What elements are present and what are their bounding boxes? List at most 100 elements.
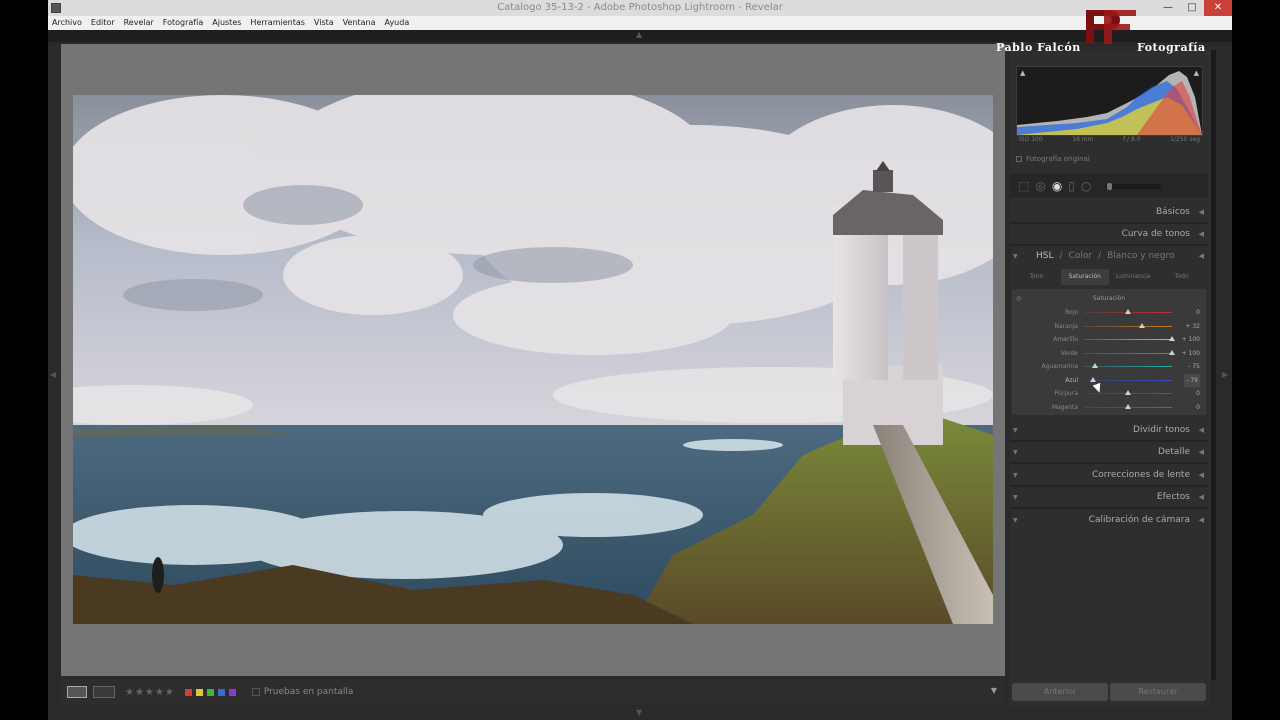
crop-icon[interactable]: ⬚ (1018, 180, 1029, 192)
expand-arrow-icon[interactable]: ◀ (1199, 493, 1204, 501)
section-split-toning[interactable]: ▼ Dividir tonos ◀ (1010, 420, 1208, 440)
menu-archivo[interactable]: Archivo (52, 16, 82, 30)
slider-thumb[interactable] (1139, 322, 1146, 328)
original-photo-toggle[interactable]: Fotografía original (1016, 155, 1090, 163)
menu-herramientas[interactable]: Herramientas (250, 16, 305, 30)
left-panel-toggle-icon[interactable]: ◀ (50, 370, 56, 379)
slider-value[interactable]: 0 (1196, 306, 1200, 319)
before-after-icon[interactable] (93, 686, 115, 698)
slider-thumb[interactable] (1090, 376, 1097, 382)
hsl-mode-hsl[interactable]: HSL (1036, 251, 1054, 261)
panel-switch-icon[interactable]: ▼ (1013, 494, 1018, 501)
saturation-slider-row[interactable]: Rojo 0 (1012, 306, 1206, 319)
slider-value[interactable]: + 32 (1185, 320, 1200, 333)
section-detail[interactable]: ▼ Detalle ◀ (1010, 442, 1208, 462)
tab-luminance[interactable]: Luminancia (1109, 269, 1158, 285)
previous-button[interactable]: Anterior (1012, 683, 1108, 701)
slider-value[interactable]: + 100 (1182, 333, 1200, 346)
reset-button[interactable]: Restaurar (1110, 683, 1206, 701)
tab-all[interactable]: Todo (1158, 269, 1207, 285)
slider-thumb[interactable] (1092, 363, 1098, 368)
slider-track[interactable] (1084, 352, 1172, 354)
saturation-slider-row[interactable]: Verde + 100 (1012, 347, 1206, 360)
title-bar: Catalogo 35-13-2 - Adobe Photoshop Light… (48, 0, 1232, 16)
expand-arrow-icon[interactable]: ◀ (1199, 471, 1204, 479)
histogram[interactable]: ▲ ▲ (1016, 66, 1203, 136)
expand-arrow-icon[interactable]: ◀ (1199, 448, 1204, 456)
color-label-blue[interactable] (217, 688, 225, 696)
expand-arrow-icon[interactable]: ◀ (1199, 516, 1204, 524)
close-icon[interactable]: ✕ (1204, 0, 1232, 16)
saturation-slider-row[interactable]: Aguamarina - 75 (1012, 360, 1206, 373)
saturation-slider-row[interactable]: Amarillo + 100 (1012, 333, 1206, 346)
slider-value[interactable]: 0 (1196, 387, 1200, 400)
radial-filter-icon[interactable]: ○ (1081, 180, 1091, 192)
bottom-panel-toggle-icon[interactable]: ▼ (636, 708, 642, 717)
toolbar-dropdown-icon[interactable]: ▼ (991, 686, 997, 695)
slider-value[interactable]: 0 (1196, 401, 1200, 414)
color-label-green[interactable] (206, 688, 214, 696)
saturation-slider-row[interactable]: Azul - 79 (1012, 373, 1206, 387)
right-panel-toggle-icon[interactable]: ▶ (1222, 370, 1228, 379)
slider-value[interactable]: - 79 (1184, 373, 1200, 387)
slider-track[interactable] (1084, 379, 1172, 381)
saturation-slider-row[interactable]: Naranja + 32 (1012, 320, 1206, 333)
slider-thumb[interactable] (1125, 403, 1131, 409)
color-label-red[interactable] (184, 688, 192, 696)
expand-arrow-icon[interactable]: ◀ (1199, 230, 1204, 238)
slider-thumb[interactable] (1169, 349, 1175, 355)
slider-track[interactable] (1084, 325, 1172, 327)
adjustment-brush-slider[interactable] (1105, 182, 1162, 190)
maximize-icon[interactable]: □ (1180, 0, 1204, 16)
slider-track[interactable] (1084, 339, 1172, 340)
slider-value[interactable]: + 100 (1182, 347, 1200, 360)
rating-stars[interactable]: ★★★★★ (125, 687, 175, 698)
soft-proofing-checkbox[interactable] (251, 688, 260, 696)
menu-vista[interactable]: Vista (314, 16, 334, 30)
menu-fotografia[interactable]: Fotografía (163, 16, 203, 30)
panel-switch-icon[interactable]: ▼ (1013, 449, 1018, 456)
panel-switch-icon[interactable]: ▼ (1013, 253, 1018, 260)
menu-ventana[interactable]: Ventana (343, 16, 376, 30)
hsl-mode-bw[interactable]: Blanco y negro (1107, 251, 1174, 261)
tab-hue[interactable]: Tono (1012, 269, 1061, 285)
tab-saturation[interactable]: Saturación (1060, 269, 1109, 285)
window-controls: — □ ✕ (1156, 0, 1232, 16)
panel-switch-icon[interactable]: ▼ (1013, 517, 1018, 524)
saturation-slider-row[interactable]: Magenta 0 (1012, 401, 1206, 414)
main-photo[interactable] (73, 95, 993, 624)
menu-revelar[interactable]: Revelar (124, 16, 154, 30)
shadow-clipping-icon[interactable]: ▲ (1020, 69, 1025, 77)
menu-ayuda[interactable]: Ayuda (385, 16, 410, 30)
top-panel-toggle-icon[interactable]: ▲ (636, 30, 642, 39)
original-photo-checkbox[interactable] (1016, 156, 1022, 162)
expand-arrow-icon[interactable]: ◀ (1199, 208, 1204, 216)
slider-value[interactable]: - 75 (1188, 360, 1200, 373)
section-basic[interactable]: Básicos ◀ (1010, 202, 1208, 222)
slider-thumb[interactable] (1169, 336, 1175, 341)
highlight-clipping-icon[interactable]: ▲ (1194, 69, 1199, 77)
collapse-arrow-icon[interactable]: ◀ (1199, 252, 1204, 260)
section-camera-calibration[interactable]: ▼ Calibración de cámara ◀ (1010, 510, 1208, 530)
color-label-yellow[interactable] (195, 688, 203, 696)
minimize-icon[interactable]: — (1156, 0, 1180, 16)
section-effects[interactable]: ▼ Efectos ◀ (1010, 487, 1208, 507)
saturation-slider-row[interactable]: Púrpura 0 (1012, 387, 1206, 400)
panel-switch-icon[interactable]: ▼ (1013, 472, 1018, 479)
loupe-view-icon[interactable] (67, 686, 87, 698)
section-lens-corrections[interactable]: ▼ Correcciones de lente ◀ (1010, 465, 1208, 485)
red-eye-icon[interactable]: ◉ (1052, 180, 1062, 192)
menu-editor[interactable]: Editor (91, 16, 115, 30)
graduated-filter-icon[interactable]: ▯ (1068, 180, 1075, 192)
spot-removal-icon[interactable]: ◎ (1035, 180, 1045, 192)
menu-ajustes[interactable]: Ajustes (212, 16, 241, 30)
window-title: Catalogo 35-13-2 - Adobe Photoshop Light… (497, 2, 783, 13)
color-label-purple[interactable] (228, 688, 236, 696)
slider-thumb[interactable] (1125, 309, 1131, 314)
slider-thumb[interactable] (1125, 390, 1131, 395)
hsl-mode-color[interactable]: Color (1069, 251, 1093, 261)
panel-switch-icon[interactable]: ▼ (1013, 427, 1018, 434)
expand-arrow-icon[interactable]: ◀ (1199, 426, 1204, 434)
right-panel-scrollbar[interactable] (1211, 50, 1216, 680)
section-tone-curve[interactable]: Curva de tonos ◀ (1010, 224, 1208, 244)
